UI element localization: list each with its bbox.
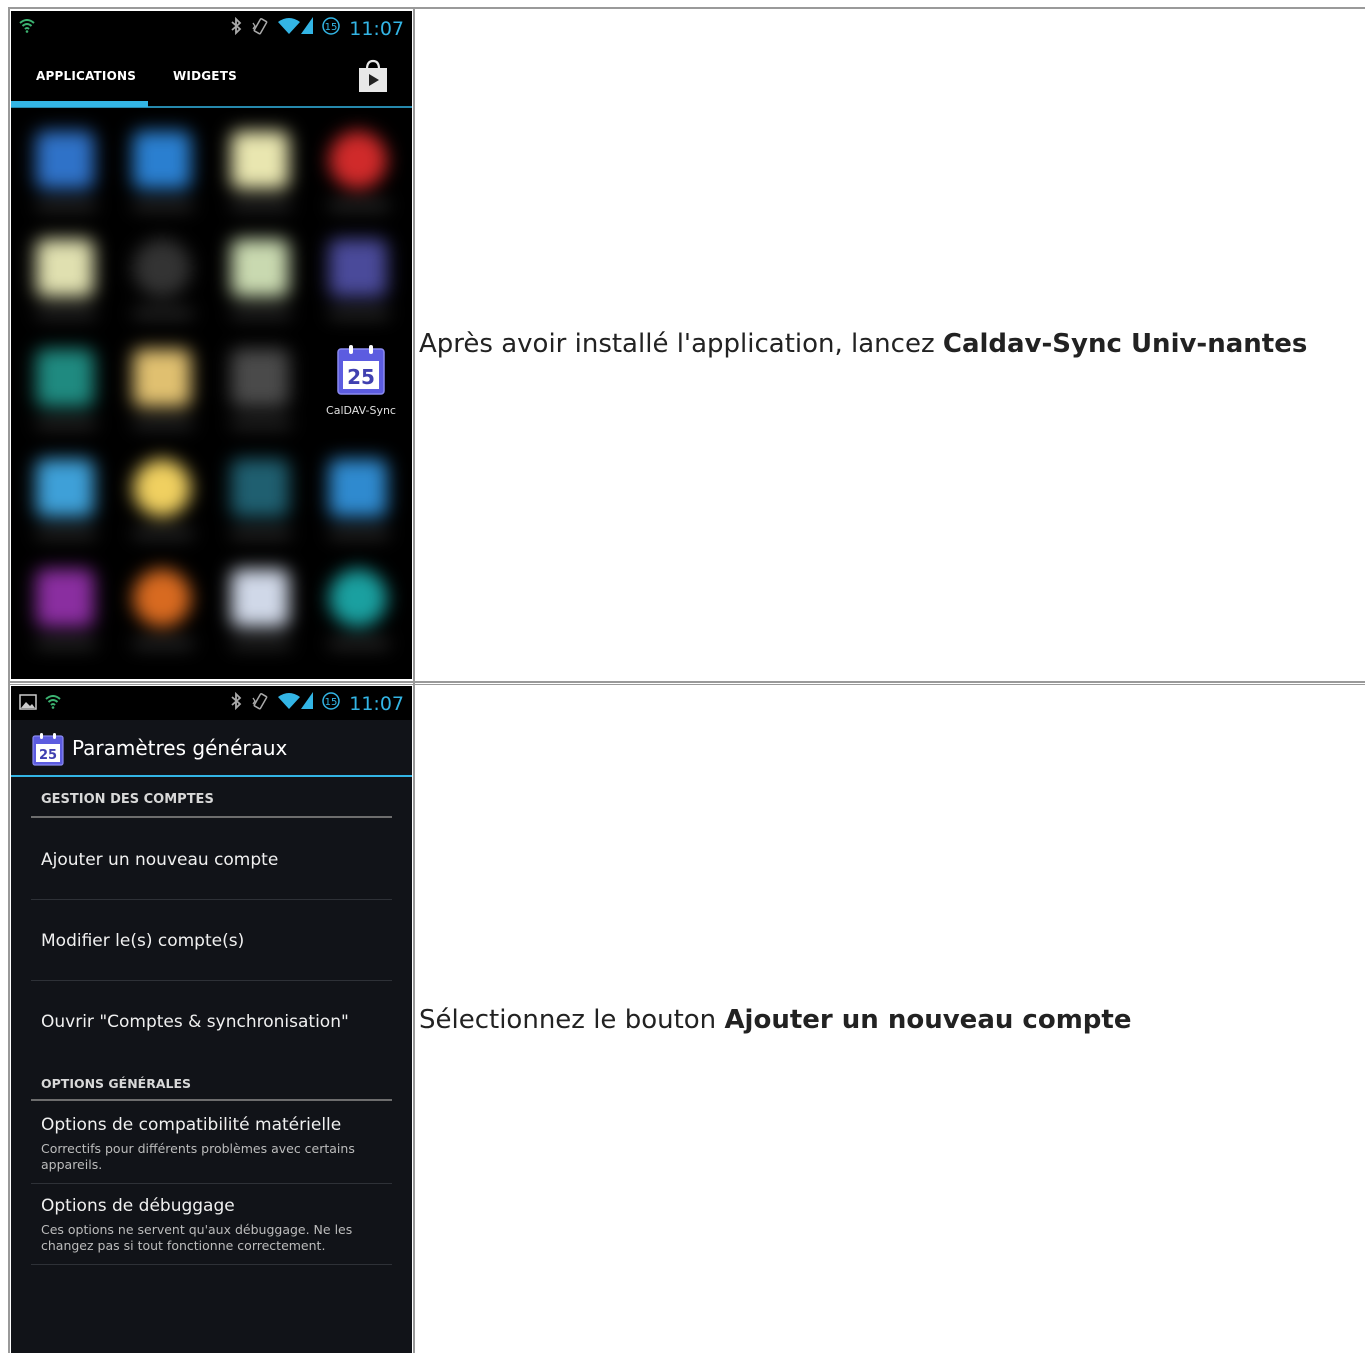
debug-options-summary: Ces options ne servent qu'aux débuggage.… (41, 1222, 353, 1253)
step1-caption: Après avoir installé l'application, lanc… (419, 329, 1308, 359)
svg-text:15: 15 (325, 697, 338, 708)
app-drawer-screenshot: 15 11:07 APPLICATIONS WIDGETS 25 CalDAV-… (11, 11, 412, 679)
section-header-accounts: GESTION DES COMPTES (41, 792, 214, 807)
wifi-signal-icon (278, 692, 301, 715)
alarm-badge-icon: 15 (322, 692, 340, 715)
page-title: Paramètres généraux (72, 736, 288, 760)
app-grid: 25 CalDAV-Sync (11, 119, 412, 679)
status-time: 11:07 (349, 692, 404, 715)
wifi-notification-icon (45, 695, 61, 714)
debug-options-item[interactable]: Options de débuggage (41, 1196, 235, 1216)
image-notification-icon (19, 694, 37, 715)
section-divider (31, 816, 392, 818)
calendar-icon[interactable]: 25 (32, 732, 64, 766)
settings-screenshot: 15 11:07 25 Paramètres généraux GESTION … (11, 686, 412, 1353)
bluetooth-icon (230, 691, 242, 715)
list-divider (31, 1183, 392, 1184)
action-bar: 25 Paramètres généraux (11, 720, 412, 776)
wifi-notification-icon (19, 19, 35, 38)
step2-caption: Sélectionnez le bouton Ajouter un nouvea… (419, 1005, 1132, 1035)
tab-widgets[interactable]: WIDGETS (173, 69, 237, 83)
table-border-row (8, 681, 1365, 683)
open-sync-settings-item[interactable]: Ouvrir "Comptes & synchronisation" (41, 1012, 349, 1032)
hardware-options-item[interactable]: Options de compatibilité matérielle (41, 1115, 341, 1135)
edit-accounts-item[interactable]: Modifier le(s) compte(s) (41, 931, 244, 951)
table-border-top (8, 7, 1365, 9)
section-header-options: OPTIONS GÉNÉRALES (41, 1076, 192, 1091)
play-store-icon[interactable] (356, 59, 390, 93)
drawer-tabs: APPLICATIONS WIDGETS (11, 45, 412, 109)
status-bar: 15 11:07 (11, 686, 412, 720)
action-bar-divider (11, 775, 412, 777)
cell-signal-icon (301, 17, 314, 40)
calendar-icon-number: 25 (347, 365, 375, 389)
vibrate-icon (251, 692, 269, 715)
list-divider (31, 899, 392, 900)
calendar-icon-number: 25 (39, 748, 57, 763)
table-border-row-inner (8, 684, 1365, 685)
tabs-divider (11, 106, 412, 108)
caldav-sync-app[interactable]: 25 CalDAV-Sync (316, 344, 406, 417)
cell-signal-icon (301, 692, 314, 715)
tab-applications[interactable]: APPLICATIONS (36, 69, 136, 83)
step2-caption-button-name: Ajouter un nouveau compte (724, 1005, 1132, 1035)
step1-caption-app-name: Caldav-Sync Univ-nantes (942, 329, 1308, 359)
list-divider (31, 1264, 392, 1265)
vibrate-icon (251, 17, 269, 40)
alarm-badge-icon: 15 (322, 17, 340, 40)
wifi-signal-icon (278, 17, 301, 40)
svg-text:15: 15 (325, 22, 338, 33)
section-divider (31, 1099, 392, 1101)
bluetooth-icon (230, 16, 242, 40)
calendar-icon: 25 (336, 344, 386, 396)
list-divider (31, 980, 392, 981)
add-account-item[interactable]: Ajouter un nouveau compte (41, 850, 278, 870)
status-time: 11:07 (349, 17, 404, 40)
app-label: CalDAV-Sync (326, 404, 396, 417)
hardware-options-summary: Correctifs pour différents problèmes ave… (41, 1141, 355, 1172)
status-bar: 15 11:07 (11, 11, 412, 45)
